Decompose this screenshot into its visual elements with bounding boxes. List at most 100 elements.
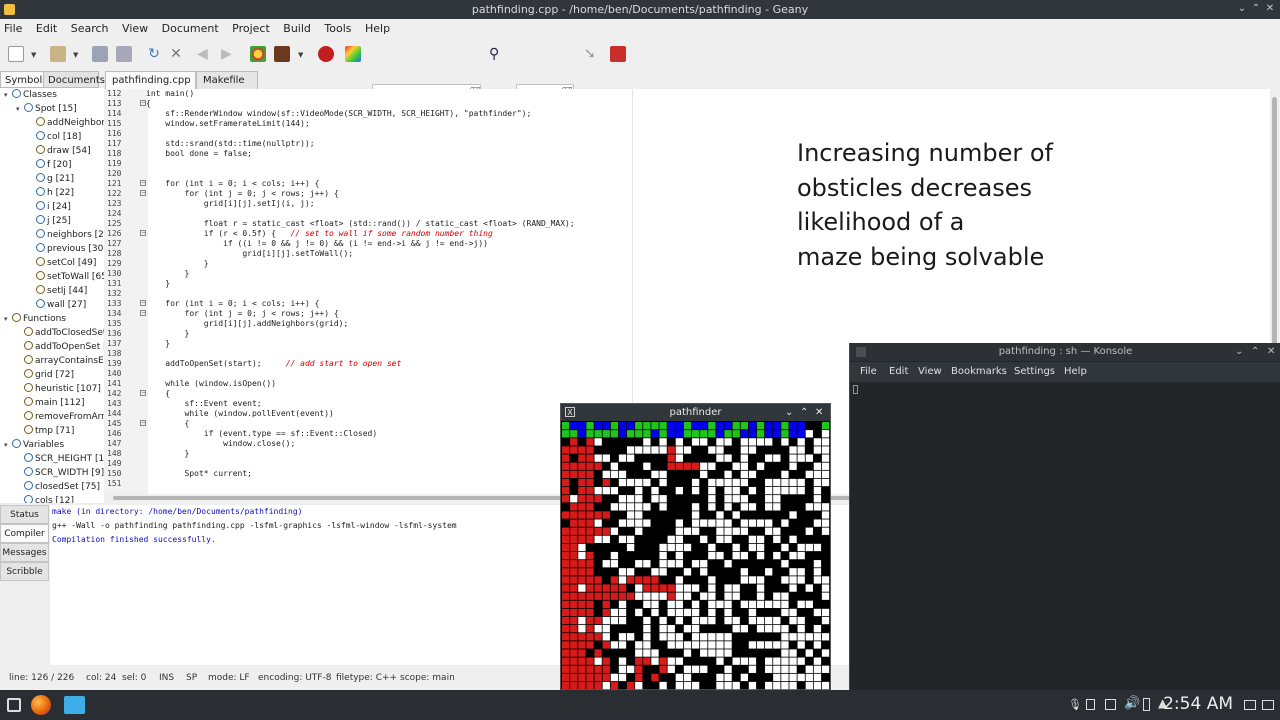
symbol-item[interactable]: removeFromArra <box>16 410 104 424</box>
symbol-item[interactable]: heuristic [107] <box>16 382 101 396</box>
menu-view[interactable]: View <box>122 19 148 39</box>
fold-marker-icon[interactable]: − <box>140 420 146 426</box>
clipboard-icon[interactable] <box>1086 699 1095 710</box>
konsole-menu-edit[interactable]: Edit <box>889 362 908 382</box>
fold-marker-icon[interactable]: − <box>140 300 146 306</box>
menu-build[interactable]: Build <box>283 19 311 39</box>
symbol-item[interactable]: arrayContainsEle <box>16 354 104 368</box>
goto-line-icon[interactable]: ➘ <box>584 46 600 62</box>
symbol-item[interactable]: ▾ Classes <box>4 88 57 102</box>
back-icon[interactable]: ◀ <box>197 46 213 62</box>
maximize-icon[interactable]: ⌃ <box>1250 3 1262 15</box>
symbol-item[interactable]: draw [54] <box>28 144 91 158</box>
hidden-windows-icon[interactable] <box>1262 700 1274 710</box>
menu-project[interactable]: Project <box>232 19 270 39</box>
symbol-item[interactable]: ▾ Spot [15] <box>16 102 77 116</box>
symbol-item[interactable]: ▾ Functions <box>4 312 66 326</box>
symbol-item[interactable]: addToOpenSet [8 <box>16 340 104 354</box>
show-desktop-icon[interactable] <box>1244 700 1256 710</box>
symbol-item[interactable]: addNeighbors <box>28 116 104 130</box>
compile-icon[interactable] <box>250 46 266 62</box>
symbol-item[interactable]: neighbors [29] <box>28 228 104 242</box>
minimize-icon[interactable]: ⌄ <box>785 404 793 421</box>
konsole-menu-help[interactable]: Help <box>1064 362 1087 382</box>
battery-icon[interactable] <box>1143 698 1150 711</box>
symbol-item[interactable]: cols [12] <box>16 494 74 503</box>
symbol-item[interactable]: g [21] <box>28 172 74 186</box>
search-icon[interactable]: ⚲ <box>489 46 505 62</box>
expander-icon[interactable]: ▾ <box>4 438 12 452</box>
network-icon[interactable] <box>1105 699 1116 710</box>
close-icon[interactable]: ✕ <box>1267 343 1275 361</box>
expander-icon[interactable]: ▾ <box>16 102 24 116</box>
scroll-thumb[interactable] <box>1272 97 1277 347</box>
menu-edit[interactable]: Edit <box>36 19 57 39</box>
symbol-item[interactable]: addToClosedSet [ <box>16 326 104 340</box>
symbol-item[interactable]: f [20] <box>28 158 72 172</box>
tab-pathfinding-cpp[interactable]: pathfinding.cpp× <box>105 71 196 103</box>
symbol-item[interactable]: SCR_HEIGHT [10 <box>16 452 104 466</box>
build-icon[interactable] <box>274 46 290 62</box>
open-file-icon[interactable] <box>50 46 66 62</box>
terminal-area[interactable] <box>850 382 1280 690</box>
close-file-icon[interactable]: ✕ <box>168 46 184 62</box>
menu-help[interactable]: Help <box>365 19 390 39</box>
symbol-item[interactable]: main [112] <box>16 396 85 410</box>
expander-icon[interactable]: ▾ <box>4 312 12 326</box>
symbol-item[interactable]: previous [30] <box>28 242 104 256</box>
new-file-dropdown-icon[interactable]: ▼ <box>31 51 36 59</box>
file-manager-icon[interactable] <box>64 696 85 714</box>
symbol-item[interactable]: i [24] <box>28 200 71 214</box>
open-file-dropdown-icon[interactable]: ▼ <box>73 51 78 59</box>
menu-search[interactable]: Search <box>71 19 109 39</box>
minimize-icon[interactable]: ⌄ <box>1236 3 1248 15</box>
tab-documents[interactable]: Documents <box>43 71 105 88</box>
build-dropdown-icon[interactable]: ▼ <box>298 51 303 59</box>
volume-icon[interactable]: 🔊 <box>1124 696 1140 711</box>
close-icon[interactable]: ✕ <box>1264 3 1276 15</box>
symbol-item[interactable]: setIj [44] <box>28 284 87 298</box>
symbol-item[interactable]: grid [72] <box>16 368 74 382</box>
fold-marker-icon[interactable]: − <box>140 190 146 196</box>
minimize-icon[interactable]: ⌄ <box>1235 343 1243 361</box>
konsole-menu-view[interactable]: View <box>918 362 942 382</box>
symbol-item[interactable]: SCR_WIDTH [9] <box>16 466 104 480</box>
firefox-icon[interactable] <box>31 695 51 715</box>
fold-marker-icon[interactable]: − <box>140 180 146 186</box>
microphone-icon[interactable]: 🎙 <box>1068 698 1082 711</box>
save-all-icon[interactable] <box>116 46 132 62</box>
symbol-item[interactable]: h [22] <box>28 186 74 200</box>
konsole-menu-file[interactable]: File <box>860 362 877 382</box>
new-file-icon[interactable] <box>8 46 24 62</box>
symbol-item[interactable]: setCol [49] <box>28 256 96 270</box>
symbol-item[interactable]: col [18] <box>28 130 81 144</box>
fold-marker-icon[interactable]: − <box>140 310 146 316</box>
maximize-icon[interactable]: ⌃ <box>1251 343 1259 361</box>
save-icon[interactable] <box>92 46 108 62</box>
symbol-item[interactable]: setToWall [65] <box>28 270 104 284</box>
fold-marker-icon[interactable]: − <box>140 390 146 396</box>
tab-scribble[interactable]: Scribble <box>0 562 49 581</box>
konsole-menu-settings[interactable]: Settings <box>1014 362 1055 382</box>
quit-icon[interactable] <box>610 46 626 62</box>
fold-marker-icon[interactable]: − <box>140 100 146 106</box>
clock[interactable]: 2:54 AM <box>1163 694 1233 714</box>
symbol-item[interactable]: j [25] <box>28 214 71 228</box>
reload-icon[interactable]: ↻ <box>146 46 162 62</box>
tab-status[interactable]: Status <box>0 505 49 524</box>
tab-makefile[interactable]: Makefile× <box>196 71 258 103</box>
close-icon[interactable]: ✕ <box>815 404 823 421</box>
menu-tools[interactable]: Tools <box>324 19 351 39</box>
forward-icon[interactable]: ▶ <box>221 46 237 62</box>
symbol-item[interactable]: ▾ Variables <box>4 438 64 452</box>
symbol-item[interactable]: wall [27] <box>28 298 86 312</box>
symbol-item[interactable]: tmp [71] <box>16 424 74 438</box>
menu-document[interactable]: Document <box>162 19 219 39</box>
symbol-item[interactable]: closedSet [75] <box>16 480 100 494</box>
expander-icon[interactable]: ▾ <box>4 88 12 102</box>
run-icon[interactable] <box>318 46 334 62</box>
fold-marker-icon[interactable]: − <box>140 230 146 236</box>
maximize-icon[interactable]: ⌃ <box>800 404 808 421</box>
menu-file[interactable]: File <box>4 19 22 39</box>
app-launcher-icon[interactable] <box>7 698 21 712</box>
